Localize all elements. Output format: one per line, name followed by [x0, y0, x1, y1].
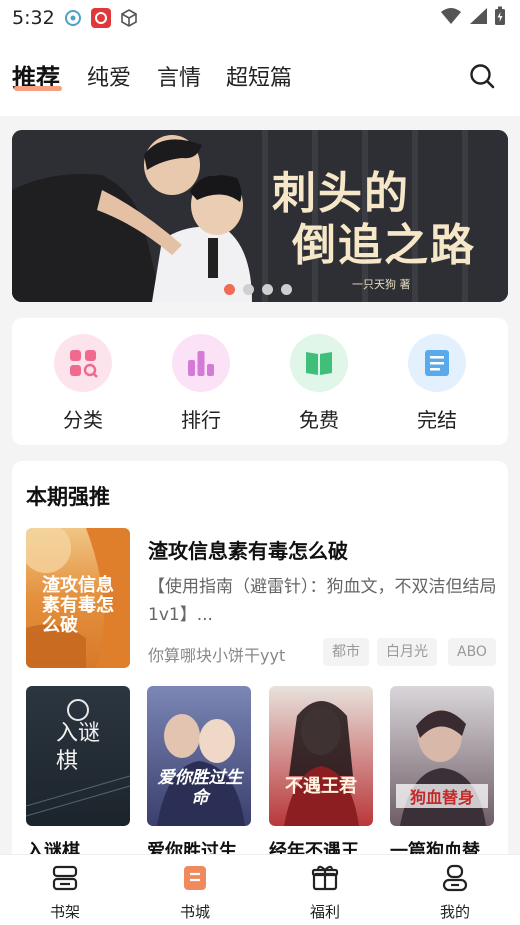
banner-dot-4[interactable]	[281, 284, 292, 295]
tag-urban[interactable]: 都市	[323, 638, 369, 666]
nav-welfare[interactable]: 福利	[295, 863, 355, 922]
category-classify[interactable]: 分类	[43, 334, 123, 433]
netease-music-icon	[90, 8, 111, 28]
category-classify-label: 分类	[63, 408, 103, 432]
banner-dot-2[interactable]	[243, 284, 254, 295]
book-cover[interactable]: 狗血替身	[390, 686, 494, 826]
banner-pagination	[224, 284, 292, 295]
book-open-icon	[290, 334, 348, 392]
search-button[interactable]	[468, 62, 496, 90]
status-bar: 5:32	[0, 0, 520, 36]
cover-art	[284, 701, 359, 826]
book-cover-text: 爱你胜过生命	[157, 768, 243, 808]
featured-book-cover[interactable]: 渣攻信息素有毒怎么破	[26, 528, 130, 668]
top-navigation: 推荐 纯爱 言情 超短篇	[0, 36, 520, 116]
active-tab-indicator	[14, 86, 62, 91]
book-cover-text: 不遇王君	[285, 776, 357, 797]
search-icon	[470, 64, 495, 89]
category-free[interactable]: 免费	[279, 334, 359, 433]
nav-bookshelf[interactable]: 书架	[35, 863, 95, 922]
featured-book-description: 【使用指南（避雷针）：狗血文，不双洁但结局1v1】...	[148, 577, 497, 625]
category-finished-label: 完结	[417, 408, 457, 432]
battery-icon	[494, 6, 506, 30]
nav-bookstore-label: 书城	[179, 903, 210, 921]
category-icon	[54, 334, 112, 392]
bookshelf-icon	[52, 865, 78, 891]
banner-title-line1: 刺头的	[272, 168, 410, 219]
banner-author: 一只天狗 著	[352, 278, 411, 291]
cube-icon	[119, 8, 139, 28]
featured-book-author[interactable]: 你算哪块小饼干yyt	[148, 642, 285, 666]
bottom-navigation: 书架 书城 福利 我的	[0, 854, 520, 925]
nav-welfare-label: 福利	[309, 903, 340, 921]
wifi-icon	[440, 7, 462, 29]
category-shortcuts: 分类 排行 免费 完结	[12, 318, 508, 445]
banner-dot-1[interactable]	[224, 284, 235, 295]
app-notification-icon	[63, 8, 83, 28]
featured-book-title[interactable]: 渣攻信息素有毒怎么破	[148, 535, 348, 564]
banner-illustration	[12, 130, 508, 302]
tab-danmei[interactable]: 纯爱	[87, 60, 131, 92]
category-free-label: 免费	[299, 408, 339, 432]
tag-white-moonlight[interactable]: 白月光	[377, 638, 437, 666]
gift-icon	[311, 865, 339, 891]
promo-banner[interactable]: 刺头的 倒追之路 一只天狗 著	[12, 130, 508, 302]
tab-short-stories[interactable]: 超短篇	[226, 60, 292, 92]
section-title: 本期强推	[26, 485, 110, 509]
banner-dot-3[interactable]	[262, 284, 273, 295]
book-cover[interactable]: 爱你胜过生命	[147, 686, 251, 826]
profile-icon	[442, 864, 468, 892]
nav-profile[interactable]: 我的	[425, 863, 485, 922]
nav-bookshelf-label: 书架	[49, 903, 80, 921]
category-finished[interactable]: 完结	[397, 334, 477, 433]
signal-icon	[468, 7, 488, 29]
featured-cover-text: 渣攻信息素有毒怎么破	[42, 575, 114, 636]
nav-bookstore[interactable]: 书城	[165, 863, 225, 922]
status-time: 5:32	[12, 7, 55, 29]
book-cover-text: 狗血替身	[396, 784, 488, 808]
tab-romance[interactable]: 言情	[157, 60, 201, 92]
banner-title-line2: 倒追之路	[292, 220, 476, 271]
bookstore-icon	[184, 866, 206, 890]
category-ranking-label: 排行	[181, 408, 221, 432]
ranking-icon	[172, 334, 230, 392]
book-cover-text: 入谜棋	[56, 721, 101, 774]
tag-abo[interactable]: ABO	[448, 638, 496, 666]
category-ranking[interactable]: 排行	[161, 334, 241, 433]
book-cover[interactable]: 不遇王君	[269, 686, 373, 826]
book-cover[interactable]: 入谜棋	[26, 686, 130, 826]
finished-icon	[408, 334, 466, 392]
nav-profile-label: 我的	[439, 903, 470, 921]
